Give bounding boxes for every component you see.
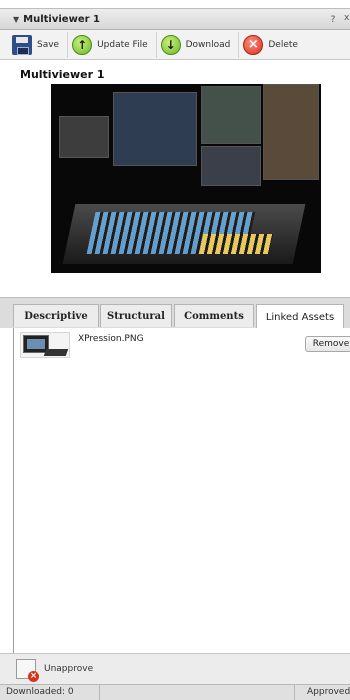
panel-title-bar[interactable]: ▼ Multiviewer 1 ? x bbox=[0, 8, 350, 30]
floppy-disk-icon bbox=[12, 34, 32, 55]
footer-actions: Unapprove bbox=[0, 653, 350, 684]
approval-status: Approved bbox=[307, 686, 350, 697]
delete-label: Delete bbox=[268, 39, 298, 50]
collapse-triangle-icon[interactable]: ▼ bbox=[13, 15, 19, 24]
download-button[interactable]: ↓ Download bbox=[160, 31, 240, 58]
delete-button[interactable]: × Delete bbox=[243, 32, 306, 58]
arrow-up-icon: ↑ bbox=[72, 34, 93, 55]
list-item[interactable]: XPression.PNG Remove bbox=[20, 332, 350, 360]
update-file-label: Update File bbox=[97, 39, 148, 50]
save-label: Save bbox=[37, 39, 60, 50]
downloaded-count: Downloaded: 0 bbox=[0, 684, 100, 700]
tab-linked-assets[interactable]: Linked Assets bbox=[256, 304, 344, 329]
asset-title: Multiviewer 1 bbox=[20, 68, 105, 81]
tab-structural[interactable]: Structural bbox=[100, 304, 172, 327]
asset-thumbnail[interactable] bbox=[20, 332, 70, 358]
save-button[interactable]: Save bbox=[12, 31, 69, 58]
download-label: Download bbox=[185, 39, 231, 50]
help-icon[interactable]: ? bbox=[326, 13, 340, 27]
asset-filename: XPression.PNG bbox=[78, 334, 144, 344]
tab-descriptive[interactable]: Descriptive bbox=[13, 304, 99, 327]
linked-assets-panel: XPression.PNG Remove bbox=[13, 328, 350, 653]
status-bar: Downloaded: 0 Approved bbox=[0, 684, 350, 700]
unapprove-document-icon[interactable] bbox=[16, 659, 39, 682]
asset-preview-image bbox=[51, 84, 321, 273]
unapprove-label[interactable]: Unapprove bbox=[44, 664, 93, 674]
arrow-down-icon: ↓ bbox=[160, 34, 181, 55]
remove-button[interactable]: Remove bbox=[305, 336, 350, 352]
update-file-button[interactable]: ↑ Update File bbox=[72, 31, 157, 58]
status-spacer bbox=[100, 684, 295, 700]
close-icon[interactable]: x bbox=[344, 13, 350, 27]
panel-title: Multiviewer 1 bbox=[23, 13, 100, 25]
toolbar: Save ↑ Update File ↓ Download × Delete bbox=[0, 30, 350, 60]
tab-comments[interactable]: Comments bbox=[174, 304, 254, 327]
delete-x-icon: × bbox=[243, 34, 264, 55]
